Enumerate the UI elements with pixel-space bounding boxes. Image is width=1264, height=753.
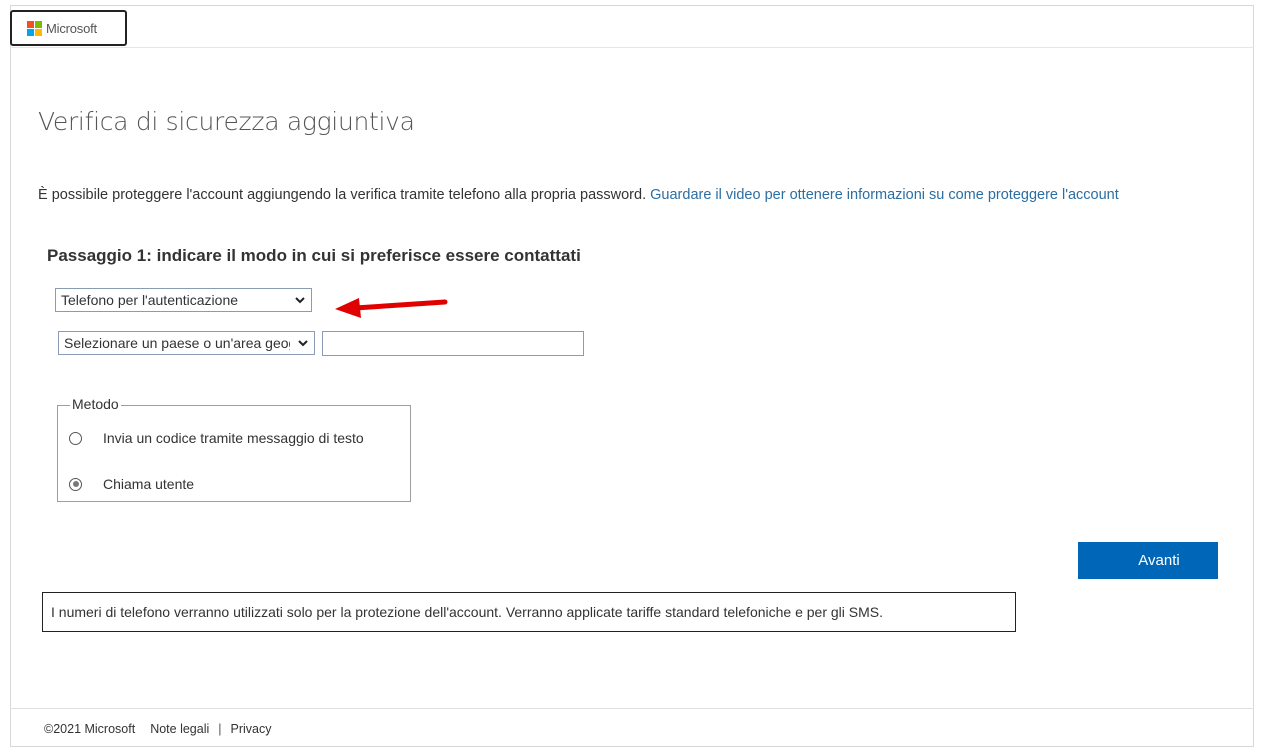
chevron-down-icon (295, 297, 305, 304)
next-button[interactable]: Avanti (1078, 542, 1218, 579)
auth-method-value: Telefono per l'autenticazione (61, 292, 239, 308)
radio-button-selected[interactable] (69, 477, 82, 491)
microsoft-logo: Microsoft (10, 10, 127, 46)
annotation-arrow-icon (335, 298, 448, 318)
page-title: Verifica di sicurezza aggiuntiva (38, 107, 415, 136)
copyright: ©2021 Microsoft (44, 722, 136, 736)
logo-text: Microsoft (46, 20, 97, 36)
intro-text: È possibile proteggere l'account aggiung… (38, 187, 1119, 203)
method-option-label: Chiama utente (103, 476, 195, 492)
chevron-down-icon (298, 340, 308, 347)
legal-notes-link[interactable]: Note legali (150, 722, 209, 736)
microsoft-logo-icon (27, 20, 42, 36)
footer-divider (10, 708, 1254, 709)
footer-separator: | (218, 722, 222, 736)
auth-method-select[interactable]: Telefono per l'autenticazione (55, 288, 312, 312)
method-option-sms[interactable]: Invia un codice tramite messaggio di tes… (69, 430, 364, 446)
intro-description: È possibile proteggere l'account aggiung… (38, 187, 647, 203)
method-legend: Metodo (70, 396, 121, 412)
step-title: Passaggio 1: indicare il modo in cui si … (47, 246, 581, 265)
radio-button[interactable] (69, 431, 82, 445)
method-option-call[interactable]: Chiama utente (69, 476, 194, 492)
phone-usage-note: I numeri di telefono verranno utilizzati… (42, 592, 1016, 632)
country-select[interactable]: Selezionare un paese o un'area geografic… (58, 331, 315, 355)
method-option-label: Invia un codice tramite messaggio di tes… (103, 430, 364, 446)
video-link[interactable]: Guardare il video per ottenere informazi… (650, 187, 1119, 203)
footer: ©2021 Microsoft Note legali | Privacy (44, 722, 272, 736)
country-value: Selezionare un paese o un'area geografic… (64, 335, 290, 351)
phone-number-input[interactable] (322, 331, 584, 356)
header-divider (10, 47, 1254, 48)
privacy-link[interactable]: Privacy (231, 722, 272, 736)
